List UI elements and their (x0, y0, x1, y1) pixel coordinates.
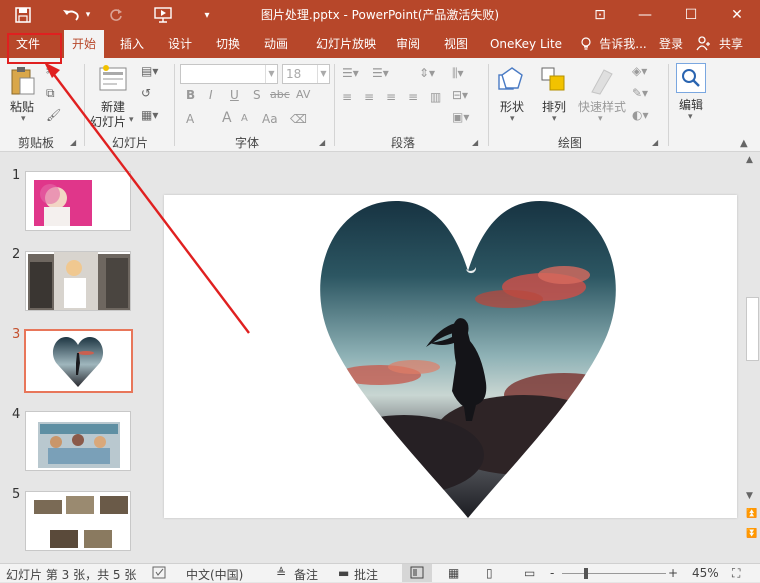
annotation-arrow (44, 62, 250, 334)
